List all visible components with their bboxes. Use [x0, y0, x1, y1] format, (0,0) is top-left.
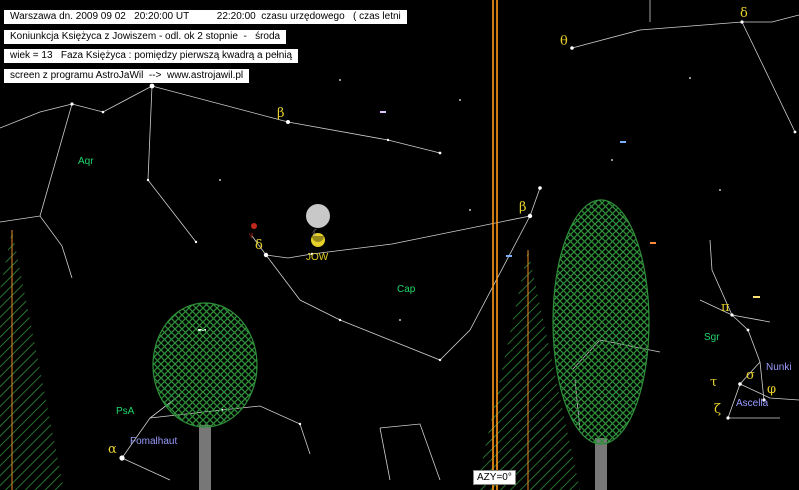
info-line-date: Warszawa dn. 2009 09 02 20:20:00 UT 22:2… — [4, 10, 407, 24]
constellation-aqr: Aqr — [78, 156, 94, 167]
greek-phi: φ — [767, 382, 777, 397]
star-nunki: Nunki — [766, 362, 792, 373]
neptune-glyph-icon: ♆ — [247, 230, 256, 242]
greek-beta-aqr: β — [277, 106, 285, 121]
info-line-source: screen z programu AstroJaWil --> www.ast… — [4, 69, 250, 83]
moon-glyph-icon: ☾ — [312, 228, 321, 238]
greek-theta: θ — [560, 34, 568, 49]
constellation-psa: PsA — [116, 406, 135, 417]
star-ascella: Ascella — [736, 398, 769, 409]
star-fomalhaut: Fomalhaut — [130, 436, 178, 447]
greek-tau: τ — [710, 375, 718, 390]
azimuth-readout: AZY=0° — [473, 470, 516, 485]
tree-round — [152, 302, 258, 490]
greek-beta-cap: β — [519, 200, 527, 215]
info-line-phase: wiek = 13 Faza Księżyca : pomiędzy pierw… — [4, 49, 299, 63]
greek-delta-top: δ — [740, 6, 748, 21]
greek-delta-cap: δ — [255, 238, 263, 253]
greek-pi: π — [721, 300, 730, 315]
moon — [306, 204, 330, 228]
red-marker — [251, 223, 257, 229]
constellation-cap: Cap — [397, 284, 416, 295]
tree-left — [0, 230, 64, 490]
jupiter-label: JOW — [306, 252, 329, 263]
info-line-conjunction: Koniunkcja Księżyca z Jowiszem - odl. ok… — [4, 30, 287, 44]
greek-sigma: σ — [746, 368, 755, 383]
greek-alpha: α — [108, 442, 117, 457]
minor-objects — [198, 111, 760, 331]
constellation-sgr: Sgr — [704, 332, 720, 343]
greek-zeta: ζ — [714, 402, 722, 417]
